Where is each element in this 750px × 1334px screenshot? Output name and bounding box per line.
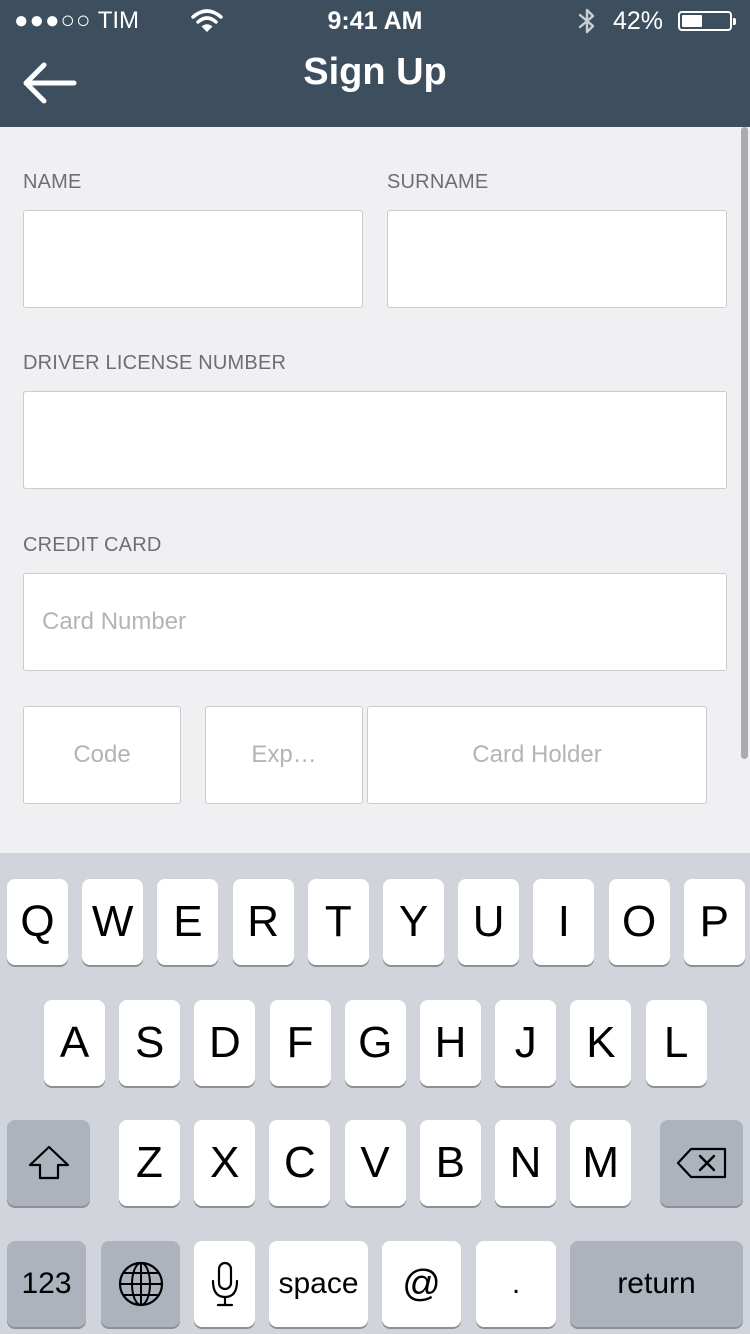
key-j[interactable]: J [495,1000,557,1086]
key-g[interactable]: G [344,1000,406,1086]
keyboard: QWERTYUIOP ASDFGHJKL ZXCVBNM 123 space @… [0,853,750,1334]
surname-label: SURNAME [387,171,489,193]
shift-icon [28,1145,69,1180]
key-x[interactable]: X [194,1120,256,1206]
key-c[interactable]: C [269,1120,331,1206]
key-b[interactable]: B [419,1120,481,1206]
shift-key[interactable] [7,1120,90,1206]
at-key[interactable]: @ [382,1241,461,1327]
period-key[interactable]: . [476,1241,556,1327]
delete-key[interactable] [660,1120,743,1206]
card-number-field[interactable] [23,573,727,671]
bluetooth-icon [578,8,595,34]
key-i[interactable]: I [533,879,595,965]
key-z[interactable]: Z [119,1120,180,1206]
key-e[interactable]: E [157,879,219,965]
nav-bar: ●●●○○ TIM 9:41 AM 42% Sign Up [0,0,750,127]
surname-field[interactable] [387,210,727,308]
key-s[interactable]: S [119,1000,181,1086]
key-v[interactable]: V [344,1120,406,1206]
backspace-icon [676,1147,726,1179]
dictation-key[interactable] [194,1241,255,1327]
key-q[interactable]: Q [7,879,68,965]
key-p[interactable]: P [683,879,745,965]
globe-icon [118,1261,163,1307]
card-code-field[interactable] [23,706,181,804]
key-y[interactable]: Y [383,879,444,965]
key-n[interactable]: N [495,1120,556,1206]
key-a[interactable]: A [44,1000,105,1086]
name-field[interactable] [23,210,363,308]
key-t[interactable]: T [307,879,369,965]
numbers-key[interactable]: 123 [7,1241,86,1327]
key-l[interactable]: L [645,1000,707,1086]
key-w[interactable]: W [82,879,144,965]
card-expiry-field[interactable] [205,706,363,804]
key-d[interactable]: D [194,1000,256,1086]
return-key[interactable]: return [570,1241,743,1327]
credit-card-label: CREDIT CARD [23,534,162,556]
scrollbar[interactable] [741,127,748,759]
license-label: DRIVER LICENSE NUMBER [23,352,287,374]
page-title: Sign Up [303,51,447,93]
key-o[interactable]: O [608,879,670,965]
microphone-icon [211,1261,238,1307]
key-m[interactable]: M [570,1120,632,1206]
battery-icon [678,11,736,31]
globe-key[interactable] [101,1241,180,1327]
card-holder-field[interactable] [367,706,707,804]
key-u[interactable]: U [458,879,520,965]
battery-percent: 42% [613,7,664,35]
key-f[interactable]: F [269,1000,331,1086]
space-key[interactable]: space [269,1241,368,1327]
key-h[interactable]: H [420,1000,481,1086]
key-r[interactable]: R [232,879,294,965]
license-number-field[interactable] [23,391,727,489]
signup-form: NAME SURNAME DRIVER LICENSE NUMBER CREDI… [0,127,750,853]
key-k[interactable]: K [570,1000,632,1086]
name-label: NAME [23,171,82,193]
